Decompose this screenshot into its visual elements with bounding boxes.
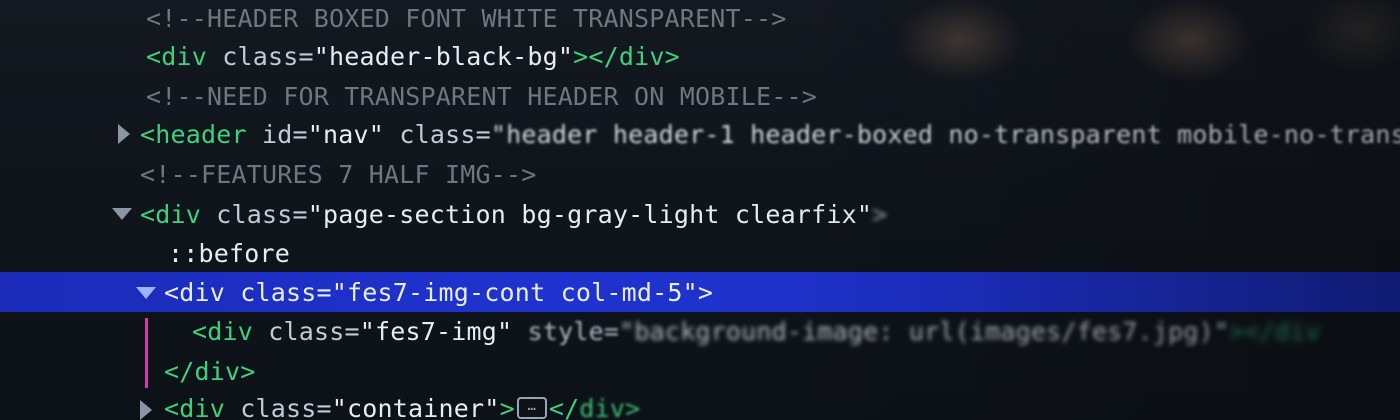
code-inspector-photo: <!--HEADER BOXED FONT WHITE TRANSPARENT-…: [0, 0, 1400, 420]
comment-text: <!--NEED FOR TRANSPARENT HEADER ON MOBIL…: [146, 82, 818, 111]
collapse-arrow-icon[interactable]: [136, 287, 156, 299]
pseudo-element: ::before: [168, 239, 291, 268]
nesting-guide-line: [145, 318, 148, 388]
tag-name: div: [194, 357, 241, 386]
end-bracket: >: [872, 200, 888, 229]
end-tag-name: div: [1274, 317, 1321, 346]
ellipsis-icon[interactable]: …: [516, 397, 547, 419]
attribute-name: style=: [512, 317, 620, 346]
attribute-value: "background-image: url(images/fes7.jpg)": [619, 317, 1230, 346]
code-line-fes7-img[interactable]: <div class="fes7-img" style="background-…: [192, 315, 1321, 349]
comment-text: <!--FEATURES 7 HALF IMG-->: [140, 160, 537, 189]
code-line-comment-transparent-header: <!--NEED FOR TRANSPARENT HEADER ON MOBIL…: [146, 80, 817, 114]
attribute-value: "fes7-img": [359, 317, 513, 346]
code-line-close-div[interactable]: </div>: [164, 355, 256, 389]
code-line-pseudo-before[interactable]: ::before: [168, 237, 290, 271]
open-bracket: <: [140, 200, 156, 229]
mid-bracket: >: [499, 394, 515, 420]
end-bracket: >: [625, 394, 641, 420]
code-line-container[interactable]: <div class="container">… </div>: [164, 392, 640, 420]
attribute-value: "container": [331, 394, 500, 420]
close-bracket: ></: [573, 42, 619, 71]
attribute-name: class=: [201, 200, 308, 229]
attribute-value: "page-section bg-gray-light clearfix": [307, 200, 873, 229]
collapse-arrow-icon[interactable]: [112, 208, 132, 220]
open-bracket: <: [192, 317, 208, 346]
expand-arrow-icon[interactable]: [140, 400, 152, 420]
attribute-name: class=: [253, 317, 360, 346]
attribute-name: class=: [225, 394, 332, 420]
tag-name: div: [179, 394, 226, 420]
tag-name: div: [179, 278, 226, 307]
open-bracket: <: [164, 394, 180, 420]
expand-arrow-icon[interactable]: [118, 124, 130, 144]
attribute-value: "header-black-bg": [313, 42, 574, 71]
code-line-page-section[interactable]: <div class="page-section bg-gray-light c…: [140, 198, 887, 232]
open-bracket: <: [140, 120, 156, 149]
end-tag-name: div: [579, 394, 626, 420]
end-bracket: >: [697, 278, 714, 307]
attribute-value: "fes7-img-cont col-md-5": [331, 278, 698, 307]
open-bracket: <: [146, 42, 162, 71]
tag-name: header: [155, 120, 247, 149]
end-tag-name: div: [618, 42, 665, 71]
end-bracket: >: [240, 357, 256, 386]
end-bracket: >: [664, 42, 680, 71]
attribute-name: class=: [384, 120, 491, 149]
close-bracket: </: [548, 394, 580, 420]
tag-name: div: [207, 317, 254, 346]
open-bracket: <: [164, 278, 180, 307]
code-line-header-nav[interactable]: <header id="nav" class="header header-1 …: [140, 118, 1400, 152]
tag-name: div: [155, 200, 202, 229]
open-bracket: </: [164, 357, 195, 386]
attribute-name: id=: [246, 120, 308, 149]
code-line-comment-features: <!--FEATURES 7 HALF IMG-->: [140, 158, 537, 192]
comment-text: <!--HEADER BOXED FONT WHITE TRANSPARENT-…: [146, 4, 787, 33]
tag-name: div: [161, 42, 208, 71]
attribute-value: "nav": [307, 120, 385, 149]
code-line-header-black-bg[interactable]: <div class="header-black-bg"></div>: [146, 40, 680, 74]
code-line-fes7-img-cont[interactable]: <div class="fes7-img-cont col-md-5">: [164, 276, 713, 310]
attribute-value: "header header-1 header-boxed no-transpa…: [490, 120, 1400, 149]
attribute-name: class=: [207, 42, 314, 71]
close-bracket: ></: [1229, 317, 1275, 346]
code-line-comment-header-boxed: <!--HEADER BOXED FONT WHITE TRANSPARENT-…: [146, 2, 787, 36]
attribute-name: class=: [225, 278, 332, 307]
